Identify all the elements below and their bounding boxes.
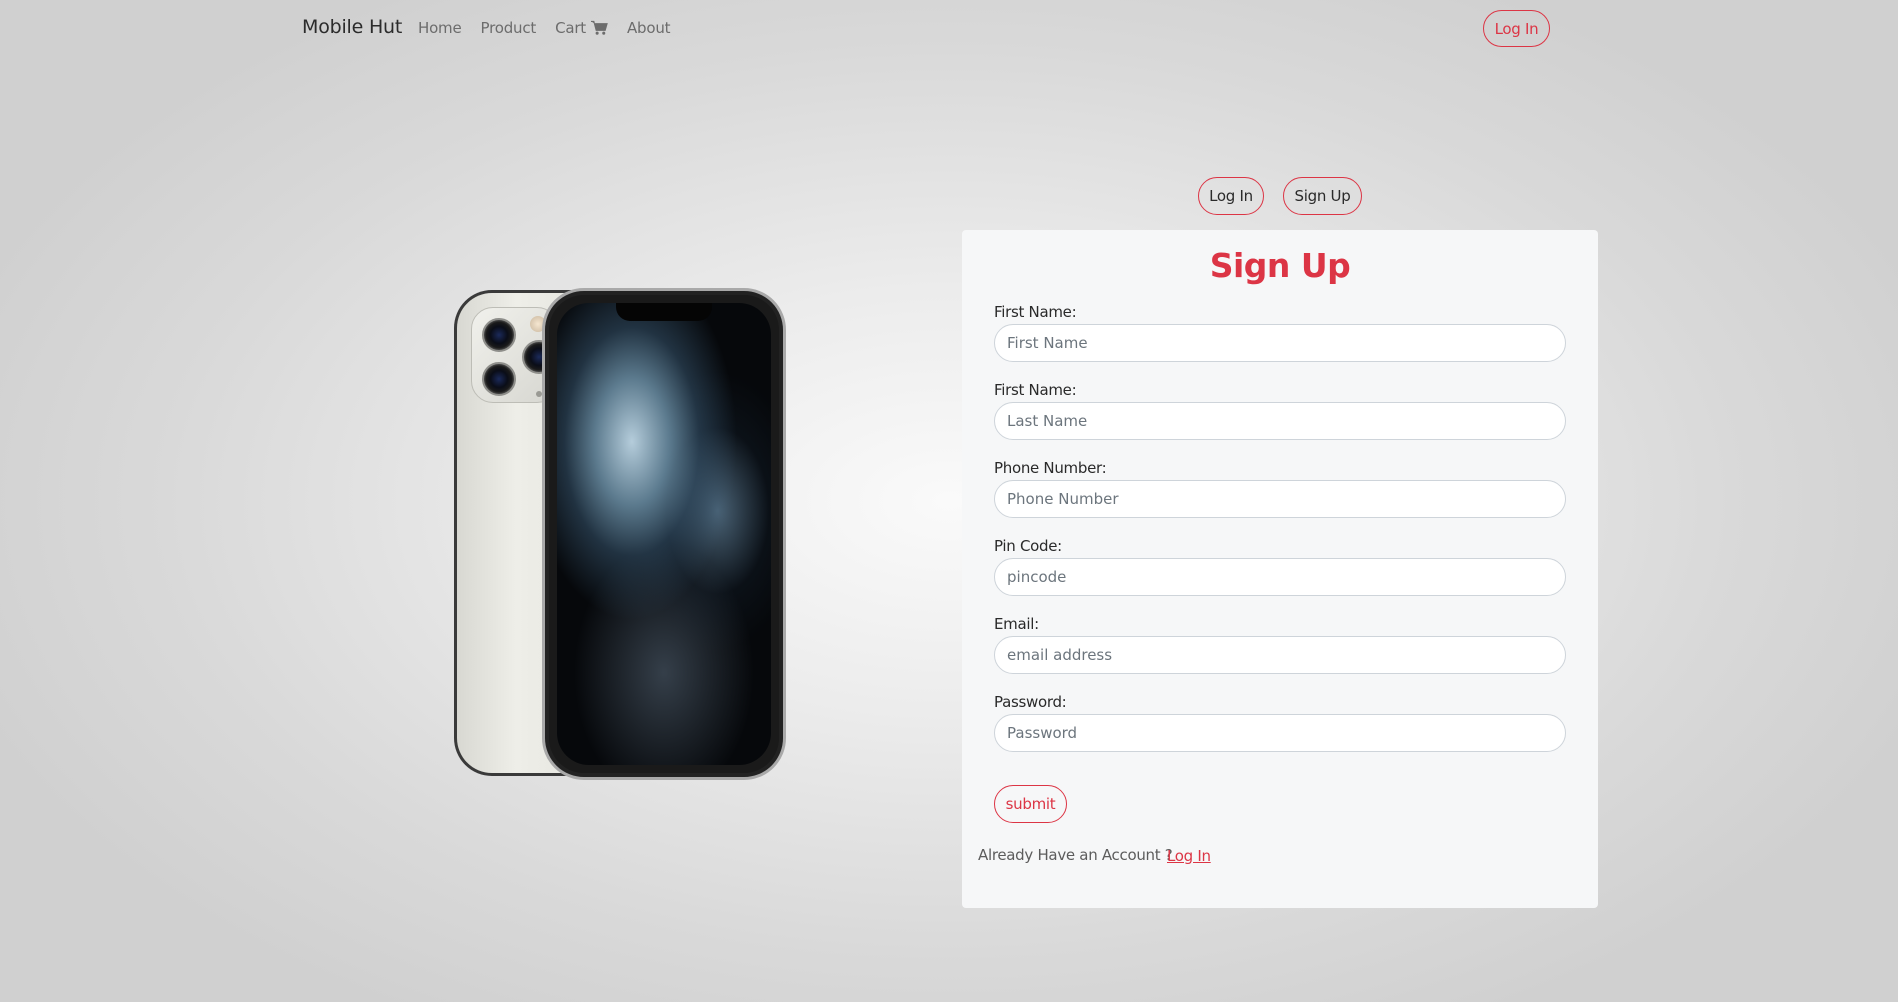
- navbar: Mobile Hut Home Product Cart About Log I…: [0, 0, 1898, 57]
- cart-icon: [590, 20, 608, 35]
- nav-link-product[interactable]: Product: [481, 19, 537, 37]
- phone-screen: [557, 303, 771, 765]
- phone-number-label: Phone Number:: [994, 459, 1107, 477]
- nav-links: Home Product Cart About: [418, 19, 689, 37]
- phone-notch: [616, 303, 712, 321]
- toggle-signup-button[interactable]: Sign Up: [1283, 177, 1362, 215]
- email-input[interactable]: [994, 636, 1566, 674]
- login-link[interactable]: Log In: [1167, 847, 1211, 865]
- email-label: Email:: [994, 615, 1039, 633]
- password-input[interactable]: [994, 714, 1566, 752]
- form-title: Sign Up: [1209, 246, 1351, 285]
- nav-link-about[interactable]: About: [627, 19, 671, 37]
- password-label: Password:: [994, 693, 1067, 711]
- brand-logo[interactable]: Mobile Hut: [302, 16, 402, 38]
- nav-link-home[interactable]: Home: [418, 19, 462, 37]
- pin-code-input[interactable]: [994, 558, 1566, 596]
- toggle-login-button[interactable]: Log In: [1198, 177, 1264, 215]
- last-name-input[interactable]: [994, 402, 1566, 440]
- signup-card: Sign Up First Name: First Name: Phone Nu…: [962, 230, 1598, 908]
- phone-image: [452, 288, 786, 780]
- nav-login-button[interactable]: Log In: [1483, 10, 1550, 47]
- submit-button[interactable]: submit: [994, 785, 1067, 823]
- last-name-label: First Name:: [994, 381, 1077, 399]
- phone-front: [542, 288, 786, 780]
- nav-link-cart[interactable]: Cart: [555, 19, 608, 37]
- pin-code-label: Pin Code:: [994, 537, 1062, 555]
- first-name-label: First Name:: [994, 303, 1077, 321]
- nav-link-cart-label: Cart: [555, 19, 586, 37]
- already-account-text: Already Have an Account ?: [978, 846, 1173, 864]
- first-name-input[interactable]: [994, 324, 1566, 362]
- phone-number-input[interactable]: [994, 480, 1566, 518]
- camera-lens: [482, 318, 516, 352]
- camera-lens: [482, 362, 516, 396]
